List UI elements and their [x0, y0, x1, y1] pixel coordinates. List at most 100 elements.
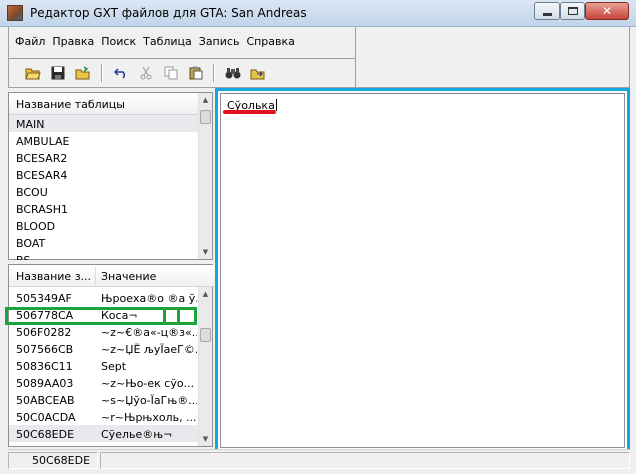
table-name: BCESAR2	[16, 152, 68, 165]
toolbar-separator	[213, 64, 215, 82]
binoculars-icon	[225, 68, 241, 79]
red-underline-annotation	[223, 110, 276, 114]
status-current-key: 50C68EDE	[32, 454, 91, 467]
table-name: BCRASH1	[16, 203, 69, 216]
value-editor[interactable]: Сўолька	[220, 93, 625, 448]
scroll-thumb[interactable]	[200, 328, 211, 342]
find-next-button[interactable]	[247, 63, 269, 83]
table-name: BCESAR4	[16, 169, 68, 182]
close-icon: ✕	[601, 4, 613, 18]
column-divider[interactable]	[95, 267, 96, 285]
table-name: BLOOD	[16, 220, 56, 233]
table-row[interactable]: BCRASH1	[9, 200, 200, 217]
entry-row[interactable]: 50836C11 Sept	[9, 357, 200, 374]
table-row[interactable]: BLOOD	[9, 217, 200, 234]
scroll-down-icon[interactable]: ▼	[199, 432, 212, 446]
entry-row[interactable]: 507566CB ~z~ЏЁ љуЇаеГ©...	[9, 340, 200, 357]
scroll-up-icon[interactable]: ▲	[199, 93, 212, 107]
table-name: AMBULAE	[16, 135, 70, 148]
open-file-button[interactable]	[72, 63, 94, 83]
menu-record[interactable]: Запись	[196, 32, 243, 52]
tables-rows: MAIN AMBULAE BCESAR2 BCESAR4 BCOU BCRASH…	[9, 115, 200, 260]
text-caret	[275, 99, 277, 111]
entry-value: ~r~Њрњхоль, ...	[101, 411, 197, 424]
copy-button[interactable]	[160, 63, 182, 83]
value-editor-panel: Сўолька	[215, 88, 630, 469]
minimize-icon	[542, 12, 552, 16]
entry-value: Њроеха®о ®а ў...	[101, 292, 197, 305]
entry-row[interactable]: 5089AA03 ~z~Њо-ек сўо...	[9, 374, 200, 391]
paste-icon	[189, 66, 203, 80]
table-name: MAIN	[16, 118, 45, 131]
open-folder-icon	[25, 68, 41, 80]
entry-row[interactable]: 506F0282 ~z~€®а«-ц®з«...	[9, 323, 200, 340]
menu-table[interactable]: Таблица	[140, 32, 195, 52]
table-row[interactable]: BS	[9, 251, 200, 260]
close-button[interactable]: ✕	[585, 2, 629, 20]
menu-file[interactable]: Файл	[12, 32, 48, 52]
entries-list[interactable]: Название з... Значение 505349AF Њроеха®о …	[8, 264, 214, 447]
menubar: Файл Правка Поиск Таблица Запись Справка	[12, 32, 299, 52]
entry-key: 50ABCEAB	[16, 394, 75, 407]
entry-key: 5089AA03	[16, 377, 74, 390]
maximize-button[interactable]	[560, 2, 585, 20]
entry-row[interactable]: 50C0ACDA ~r~Њрњхоль, ...	[9, 408, 200, 425]
minimize-button[interactable]	[534, 2, 560, 20]
scroll-thumb[interactable]	[200, 110, 211, 124]
entry-value: ~s~Џўо-ЇаГњ®...	[101, 394, 197, 407]
tables-column-header[interactable]: Название таблицы	[9, 93, 200, 115]
entry-row[interactable]: 505349AF Њроеха®о ®а ў...	[9, 289, 200, 306]
save-button[interactable]	[47, 63, 69, 83]
column-value-header[interactable]: Значение	[101, 270, 156, 283]
tables-list[interactable]: Название таблицы MAIN AMBULAE BCESAR2 BC…	[8, 92, 213, 260]
table-name: BCOU	[16, 186, 48, 199]
table-name: BOAT	[16, 237, 46, 250]
entries-column-header: Название з... Значение	[9, 265, 214, 287]
tables-scrollbar[interactable]: ▲ ▼	[198, 93, 212, 259]
table-row[interactable]: BOAT	[9, 234, 200, 251]
entry-value: Sept	[101, 360, 127, 373]
entry-key: 50C0ACDA	[16, 411, 76, 424]
column-key-header[interactable]: Название з...	[16, 270, 91, 283]
menu-help[interactable]: Справка	[243, 32, 297, 52]
entry-value: ~z~Њо-ек сўо...	[101, 377, 195, 390]
table-row[interactable]: BCESAR4	[9, 166, 200, 183]
tables-header-label: Название таблицы	[16, 98, 125, 111]
entry-key: 507566CB	[16, 343, 74, 356]
maximize-icon	[567, 7, 578, 15]
open-file-icon	[75, 66, 90, 80]
undo-icon	[114, 68, 126, 79]
entry-value: Сўелье®њ¬	[101, 428, 173, 441]
paste-button[interactable]	[185, 63, 207, 83]
table-row[interactable]: AMBULAE	[9, 132, 200, 149]
entries-scrollbar[interactable]: ▲ ▼	[198, 287, 212, 446]
table-row[interactable]: MAIN	[9, 115, 200, 132]
table-row[interactable]: BCOU	[9, 183, 200, 200]
find-next-icon	[250, 69, 265, 80]
cut-icon	[140, 66, 152, 80]
undo-button[interactable]	[110, 63, 132, 83]
menu-search[interactable]: Поиск	[98, 32, 139, 52]
table-row[interactable]: BCESAR2	[9, 149, 200, 166]
title-bar: Редактор GXT файлов для GTA: San Andreas…	[0, 0, 636, 27]
entry-row[interactable]: 50ABCEAB ~s~Џўо-ЇаГњ®...	[9, 391, 200, 408]
entry-key: 505349AF	[16, 292, 72, 305]
scroll-up-icon[interactable]: ▲	[199, 287, 212, 301]
open-folder-button[interactable]	[22, 63, 44, 83]
entry-key: 50C68EDE	[16, 428, 75, 441]
menu-edit[interactable]: Правка	[49, 32, 97, 52]
entry-key: 506F0282	[16, 326, 72, 339]
green-highlight-box	[5, 307, 197, 325]
entry-value: ~z~ЏЁ љуЇаеГ©...	[101, 343, 197, 356]
entry-value: ~z~€®а«-ц®з«...	[101, 326, 197, 339]
entry-key: 50836C11	[16, 360, 73, 373]
scroll-down-icon[interactable]: ▼	[199, 245, 212, 259]
entry-row[interactable]: 50C68EDE Сўелье®њ¬	[9, 425, 200, 442]
header-empty-panel	[356, 27, 630, 88]
find-button[interactable]	[222, 63, 244, 83]
copy-icon	[164, 66, 178, 80]
save-icon	[51, 66, 65, 80]
window-title: Редактор GXT файлов для GTA: San Andreas	[30, 6, 307, 20]
status-bar: 50C68EDE	[8, 449, 630, 469]
cut-button[interactable]	[135, 63, 157, 83]
